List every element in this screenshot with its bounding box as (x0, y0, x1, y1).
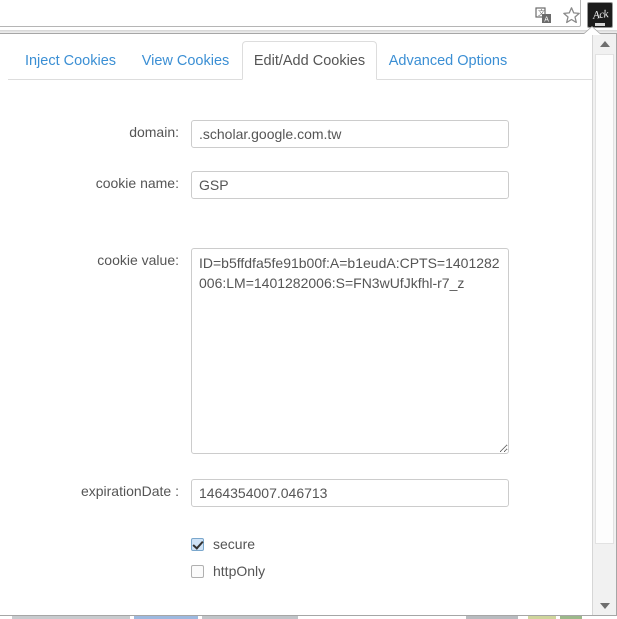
secure-label: secure (213, 536, 256, 552)
triangle-up-icon (599, 40, 610, 47)
tab-bar: Inject Cookies View Cookies Edit/Add Coo… (0, 34, 592, 82)
tab-label: View Cookies (141, 52, 230, 69)
domain-label: domain: (129, 124, 179, 140)
field-row-domain: domain: (71, 120, 509, 148)
domain-input[interactable] (191, 120, 509, 148)
expiration-date-input[interactable] (191, 479, 509, 507)
tab-label: Advanced Options (388, 52, 508, 69)
tab-view-cookies[interactable]: View Cookies (133, 41, 238, 80)
secure-checkbox[interactable] (191, 537, 204, 551)
field-row-expiration-date: expirationDate : (71, 479, 509, 507)
field-row-cookie-name: cookie name: (71, 171, 509, 199)
cookie-value-textarea[interactable] (191, 248, 509, 454)
httponly-label: httpOnly (213, 563, 266, 579)
translate-icon[interactable]: 文 A (531, 3, 555, 27)
edit-cookie-form: domain: cookie name: cookie value: expir… (0, 82, 592, 615)
edit-this-cookie-popup: Inject Cookies View Cookies Edit/Add Coo… (0, 33, 617, 616)
scroll-up-arrow-icon[interactable] (593, 34, 616, 53)
cookie-name-label: cookie name: (95, 175, 179, 191)
checkbox-row-secure[interactable]: secure (191, 536, 255, 552)
svg-text:A: A (544, 16, 549, 23)
extension-glyph: Ack (591, 7, 609, 22)
scrollbar-thumb[interactable] (595, 54, 614, 544)
edit-this-cookie-extension-icon[interactable]: Ack (587, 2, 613, 28)
httponly-checkbox[interactable] (191, 564, 204, 578)
tab-inject-cookies[interactable]: Inject Cookies (13, 41, 128, 80)
toolbar-icon-group: 文 A Ack (531, 2, 613, 28)
tab-edit-add-cookies[interactable]: Edit/Add Cookies (242, 41, 377, 80)
popup-scrollbar[interactable] (592, 34, 616, 615)
tab-advanced-options[interactable]: Advanced Options (383, 41, 513, 80)
scroll-down-arrow-icon[interactable] (593, 596, 616, 615)
field-row-cookie-value: cookie value: (71, 248, 509, 454)
bookmark-star-icon[interactable] (559, 3, 583, 27)
extension-glyph-underline (595, 23, 605, 26)
cookie-value-label: cookie value: (97, 252, 179, 268)
expiration-date-label: expirationDate : (80, 483, 179, 499)
address-bar[interactable] (0, 0, 581, 27)
tab-label: Edit/Add Cookies (253, 52, 366, 69)
browser-toolbar: 文 A Ack (0, 0, 617, 32)
checkbox-row-httponly[interactable]: httpOnly (191, 563, 265, 579)
popup-pointer-arrow (583, 27, 601, 35)
triangle-down-icon (599, 602, 610, 609)
tab-label: Inject Cookies (24, 52, 117, 69)
cookie-name-input[interactable] (191, 171, 509, 199)
